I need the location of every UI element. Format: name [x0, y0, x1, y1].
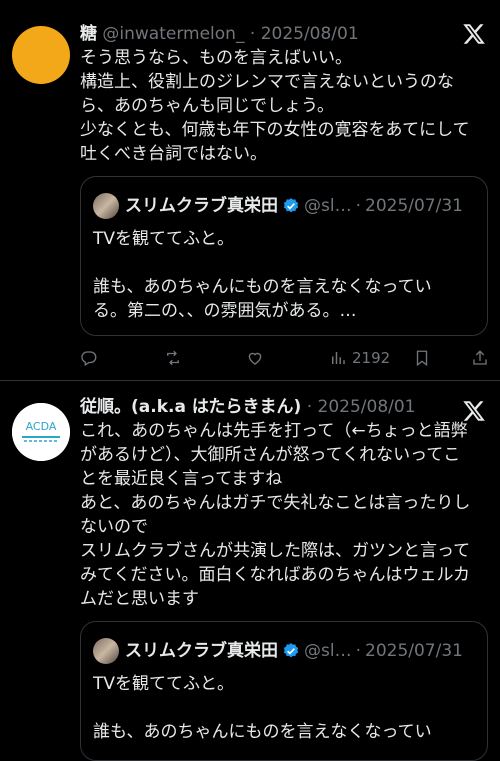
tweet-text-line: そう思うなら、ものを言えばいい。 — [80, 48, 352, 68]
tweet-text-line: 少なくとも、何歳も年下の女性の寛容をあてにして — [80, 120, 470, 140]
quoted-handle: @sl… — [304, 641, 352, 661]
quoted-tweet-header: スリムクラブ真栄田 @sl… · 2025/07/31 — [93, 638, 463, 664]
quoted-tweet-text: TVを観ててふと。 誰も、あのちゃんにものを言えなくなってい — [93, 672, 477, 744]
verified-badge-icon — [283, 643, 299, 658]
quoted-text-line: TVを観ててふと。 — [93, 229, 235, 249]
repost-button[interactable] — [164, 347, 182, 369]
tweet-text: そう思うなら、ものを言えばいい。 構造上、役割上のジレンマで言えないというのな … — [80, 46, 492, 166]
avatar — [93, 638, 119, 664]
tweet-header: 糖 @inwatermelon_ · 2025/08/01 — [80, 22, 359, 46]
views-button[interactable]: 2192 — [329, 347, 390, 369]
tweet-text-line: ないので — [80, 517, 148, 537]
tweet-1[interactable]: 糖 @inwatermelon_ · 2025/08/01 そう思うなら、ものを… — [0, 0, 500, 381]
bookmark-button[interactable] — [413, 347, 431, 369]
quoted-text-line: 誰も、あのちゃんにものを言えなくなってい — [93, 277, 432, 297]
tweet-header: 従順。(a.k.a はたらきまん) · 2025/08/01 — [80, 395, 416, 419]
avatar[interactable]: ACDA — [12, 403, 70, 461]
share-button[interactable] — [471, 347, 489, 369]
bookmark-icon — [416, 350, 428, 367]
display-name[interactable]: 従順。(a.k.a はたらきまん) — [80, 397, 301, 417]
tweet-text-line: があるけど）、大御所さんが怒ってくれないってこ — [80, 445, 461, 465]
svg-text:ACDA: ACDA — [26, 420, 57, 433]
tweet-text-line: 吐くべき台詞ではない。 — [80, 144, 267, 164]
tweet-text-line: みてください。面白くなればあのちゃんはウェルカ — [80, 565, 470, 585]
tweet-text: これ、あのちゃんは先手を打って（←ちょっと語弊 があるけど）、大御所さんが怒って… — [80, 419, 492, 611]
separator: · — [355, 196, 361, 216]
quoted-tweet[interactable]: スリムクラブ真栄田 @sl… · 2025/07/31 TVを観ててふと。 誰も… — [80, 621, 488, 761]
avatar-logo-icon: ACDA — [12, 403, 70, 461]
quoted-tweet-text: TVを観ててふと。 誰も、あのちゃんにものを言えなくなってい る。第二の、、の雰… — [93, 227, 477, 323]
tweet-text-line: あと、あのちゃんはガチで失礼なことは言ったりし — [80, 493, 471, 513]
verified-badge-icon — [283, 198, 299, 213]
display-name[interactable]: 糖 — [80, 24, 97, 44]
quoted-date: 2025/07/31 — [365, 641, 463, 661]
views-count: 2192 — [352, 349, 391, 367]
quoted-tweet[interactable]: スリムクラブ真栄田 @sl… · 2025/07/31 TVを観ててふと。 誰も… — [80, 176, 488, 336]
like-icon — [248, 352, 262, 365]
quoted-display-name: スリムクラブ真栄田 — [125, 196, 278, 216]
tweet-text-line: スリムクラブさんが共演した際は、ガツンと言って — [80, 541, 471, 561]
tweet-text-line: ムだと思います — [80, 589, 199, 609]
avatar — [93, 193, 119, 219]
views-icon — [332, 352, 345, 364]
tweet-text-line: ら、あのちゃんも同じでしょう。 — [80, 96, 334, 116]
x-logo-icon — [463, 24, 485, 44]
tweet-date[interactable]: 2025/08/01 — [261, 24, 359, 44]
action-bar: 2192 — [80, 347, 492, 369]
quoted-text-line — [93, 696, 477, 720]
quoted-display-name: スリムクラブ真栄田 — [125, 641, 278, 661]
tweet-text-line: 構造上、役割上のジレンマで言えないというのな — [80, 72, 454, 92]
repost-icon — [167, 350, 179, 366]
tweet-text-line: これ、あのちゃんは先手を打って（←ちょっと語弊 — [80, 421, 468, 441]
reply-icon — [81, 351, 97, 366]
tweet-text-line: とを最近良く言ってますね — [80, 469, 283, 489]
quoted-text-line: 誰も、あのちゃんにものを言えなくなってい — [93, 722, 432, 742]
avatar[interactable] — [12, 26, 70, 84]
share-icon — [473, 350, 487, 365]
quoted-handle: @sl… — [304, 196, 352, 216]
separator: · — [355, 641, 361, 661]
tweet-date[interactable]: 2025/08/01 — [318, 397, 416, 417]
quoted-text-line: TVを観ててふと。 — [93, 674, 235, 694]
quoted-text-line: る。第二の、、の雰囲気がある。… — [93, 301, 357, 321]
like-button[interactable] — [246, 347, 264, 369]
handle[interactable]: @inwatermelon_ — [102, 24, 244, 44]
quoted-text-line — [93, 251, 477, 275]
separator: · — [249, 24, 256, 44]
quoted-date: 2025/07/31 — [365, 196, 463, 216]
reply-button[interactable] — [80, 347, 98, 369]
tweet-2[interactable]: ACDA 従順。(a.k.a はたらきまん) · 2025/08/01 これ、あ… — [0, 381, 500, 761]
separator: · — [306, 397, 313, 417]
quoted-tweet-header: スリムクラブ真栄田 @sl… · 2025/07/31 — [93, 193, 463, 219]
